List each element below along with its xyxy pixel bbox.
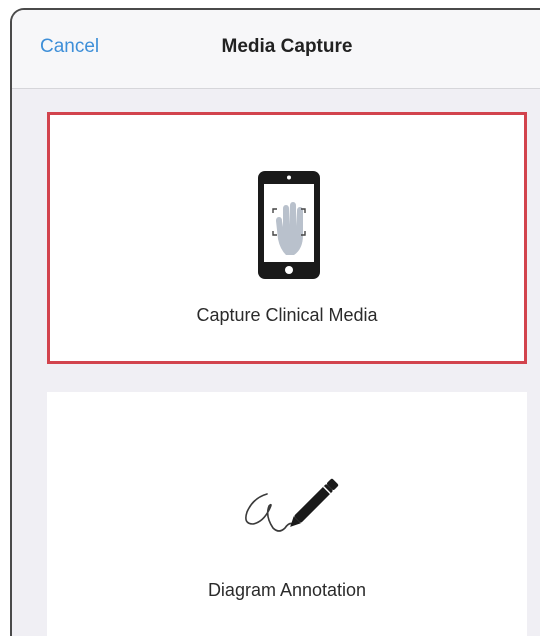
screen: Cancel Media Capture Capture Clinical Me…	[0, 0, 542, 636]
capture-clinical-media-label: Capture Clinical Media	[196, 305, 378, 325]
navigation-bar: Cancel Media Capture	[12, 10, 540, 89]
capture-clinical-media-option[interactable]: Capture Clinical Media	[47, 112, 527, 364]
media-capture-dialog: Cancel Media Capture Capture Clinical Me…	[10, 8, 540, 636]
diagram-annotation-label: Diagram Annotation	[207, 580, 367, 600]
dialog-title: Media Capture	[221, 36, 353, 57]
tablet-camera-icon	[256, 169, 322, 281]
pen-signature-icon	[239, 472, 343, 538]
diagram-annotation-option[interactable]: Diagram Annotation	[47, 392, 527, 636]
